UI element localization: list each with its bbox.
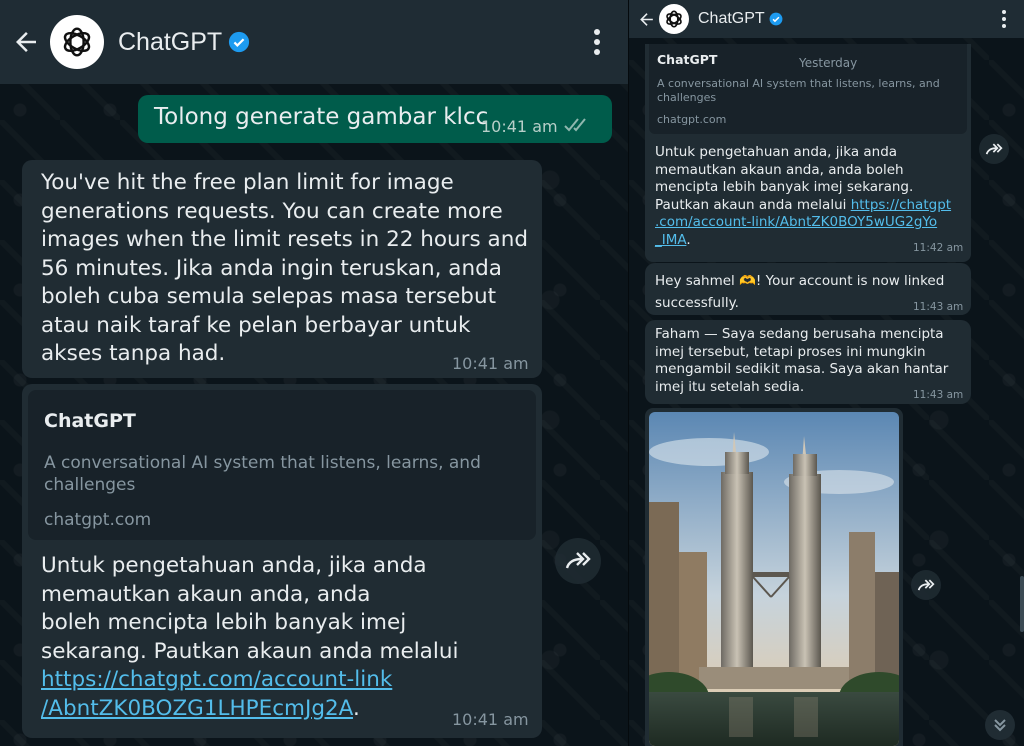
message-text: Untuk pengetahuan anda, jika anda memaut… bbox=[655, 144, 952, 248]
chevron-double-down-icon bbox=[994, 719, 1006, 732]
forward-button[interactable] bbox=[555, 538, 601, 584]
account-link-end[interactable]: _IMA bbox=[655, 232, 686, 248]
preview-description: A conversational AI system that listens,… bbox=[657, 77, 940, 104]
klcc-towers-image[interactable] bbox=[649, 412, 899, 746]
date-chip: Yesterday bbox=[791, 52, 866, 74]
incoming-message[interactable]: Faham — Saya sedang berusaha mencipta im… bbox=[645, 320, 971, 404]
chat-header: ChatGPT bbox=[0, 0, 628, 84]
chat-pane-left: ChatGPT Tolong generate gambar klcc 10:4… bbox=[0, 0, 628, 746]
preview-title: ChatGPT bbox=[44, 410, 136, 432]
scrollbar-thumb[interactable] bbox=[1020, 576, 1024, 632]
forward-button[interactable] bbox=[979, 134, 1009, 164]
account-link[interactable]: https://chatgpt bbox=[851, 197, 951, 213]
heart-hands-emoji: 🫶 bbox=[739, 273, 756, 289]
back-button[interactable] bbox=[633, 4, 659, 34]
account-link-continued[interactable]: .com/account-link/AbntZK0BOY5wUG2gYo bbox=[655, 214, 937, 230]
openai-logo-icon bbox=[63, 27, 91, 57]
verified-badge-icon bbox=[769, 12, 783, 26]
preview-domain: chatgpt.com bbox=[657, 113, 727, 126]
forward-button[interactable] bbox=[911, 570, 941, 600]
more-vert-icon[interactable] bbox=[1002, 10, 1006, 28]
incoming-message[interactable]: Hey sahmel 🫶! Your account is now linked… bbox=[645, 263, 971, 315]
message-text: Faham — Saya sedang berusaha mencipta im… bbox=[655, 326, 949, 395]
message-text: Untuk pengetahuan anda, jika anda memaut… bbox=[41, 553, 459, 721]
verified-badge-icon bbox=[228, 31, 250, 53]
message-text: Tolong generate gambar klcc bbox=[154, 104, 489, 130]
account-link-continued[interactable]: /AbntZK0BOZG1LHPEcmJg2A bbox=[41, 696, 353, 721]
incoming-message-with-preview[interactable]: ChatGPT A conversational AI system that … bbox=[22, 384, 542, 738]
incoming-message-with-preview[interactable]: ChatGPT A conversational AI system that … bbox=[645, 44, 971, 262]
arrow-back-icon bbox=[16, 32, 36, 52]
chat-header: ChatGPT bbox=[629, 0, 1024, 38]
avatar[interactable] bbox=[50, 15, 104, 69]
account-link[interactable]: https://chatgpt.com/account-link bbox=[41, 667, 392, 692]
chat-pane-right: ChatGPT ChatGPT A conversational AI syst… bbox=[628, 0, 1024, 746]
forward-icon bbox=[565, 552, 591, 569]
openai-logo-icon bbox=[666, 10, 682, 28]
message-time: 10:41 am bbox=[452, 710, 529, 729]
message-time: 11:42 am bbox=[913, 242, 964, 254]
incoming-message[interactable]: You've hit the free plan limit for image… bbox=[22, 160, 542, 378]
more-vert-icon[interactable] bbox=[594, 29, 600, 55]
scroll-to-bottom-button[interactable] bbox=[985, 710, 1015, 740]
message-time: 11:43 am bbox=[913, 389, 964, 401]
link-preview[interactable]: ChatGPT A conversational AI system that … bbox=[28, 390, 536, 540]
preview-title: ChatGPT bbox=[657, 52, 718, 67]
preview-description: A conversational AI system that listens,… bbox=[44, 453, 481, 495]
message-text: You've hit the free plan limit for image… bbox=[41, 170, 528, 366]
preview-domain: chatgpt.com bbox=[44, 510, 152, 530]
back-button[interactable] bbox=[2, 18, 50, 66]
forward-icon bbox=[985, 143, 1003, 154]
avatar[interactable] bbox=[659, 4, 689, 34]
contact-name[interactable]: ChatGPT bbox=[698, 10, 765, 28]
image-message[interactable] bbox=[645, 408, 903, 746]
outgoing-message[interactable]: Tolong generate gambar klcc 10:41 am bbox=[138, 95, 612, 143]
message-time: 10:41 am bbox=[452, 354, 529, 373]
message-time: 10:41 am bbox=[481, 117, 558, 136]
message-time: 11:43 am bbox=[913, 301, 964, 313]
forward-icon bbox=[917, 579, 935, 590]
contact-name[interactable]: ChatGPT bbox=[118, 28, 222, 57]
double-check-icon bbox=[564, 118, 586, 132]
arrow-back-icon bbox=[639, 12, 653, 26]
